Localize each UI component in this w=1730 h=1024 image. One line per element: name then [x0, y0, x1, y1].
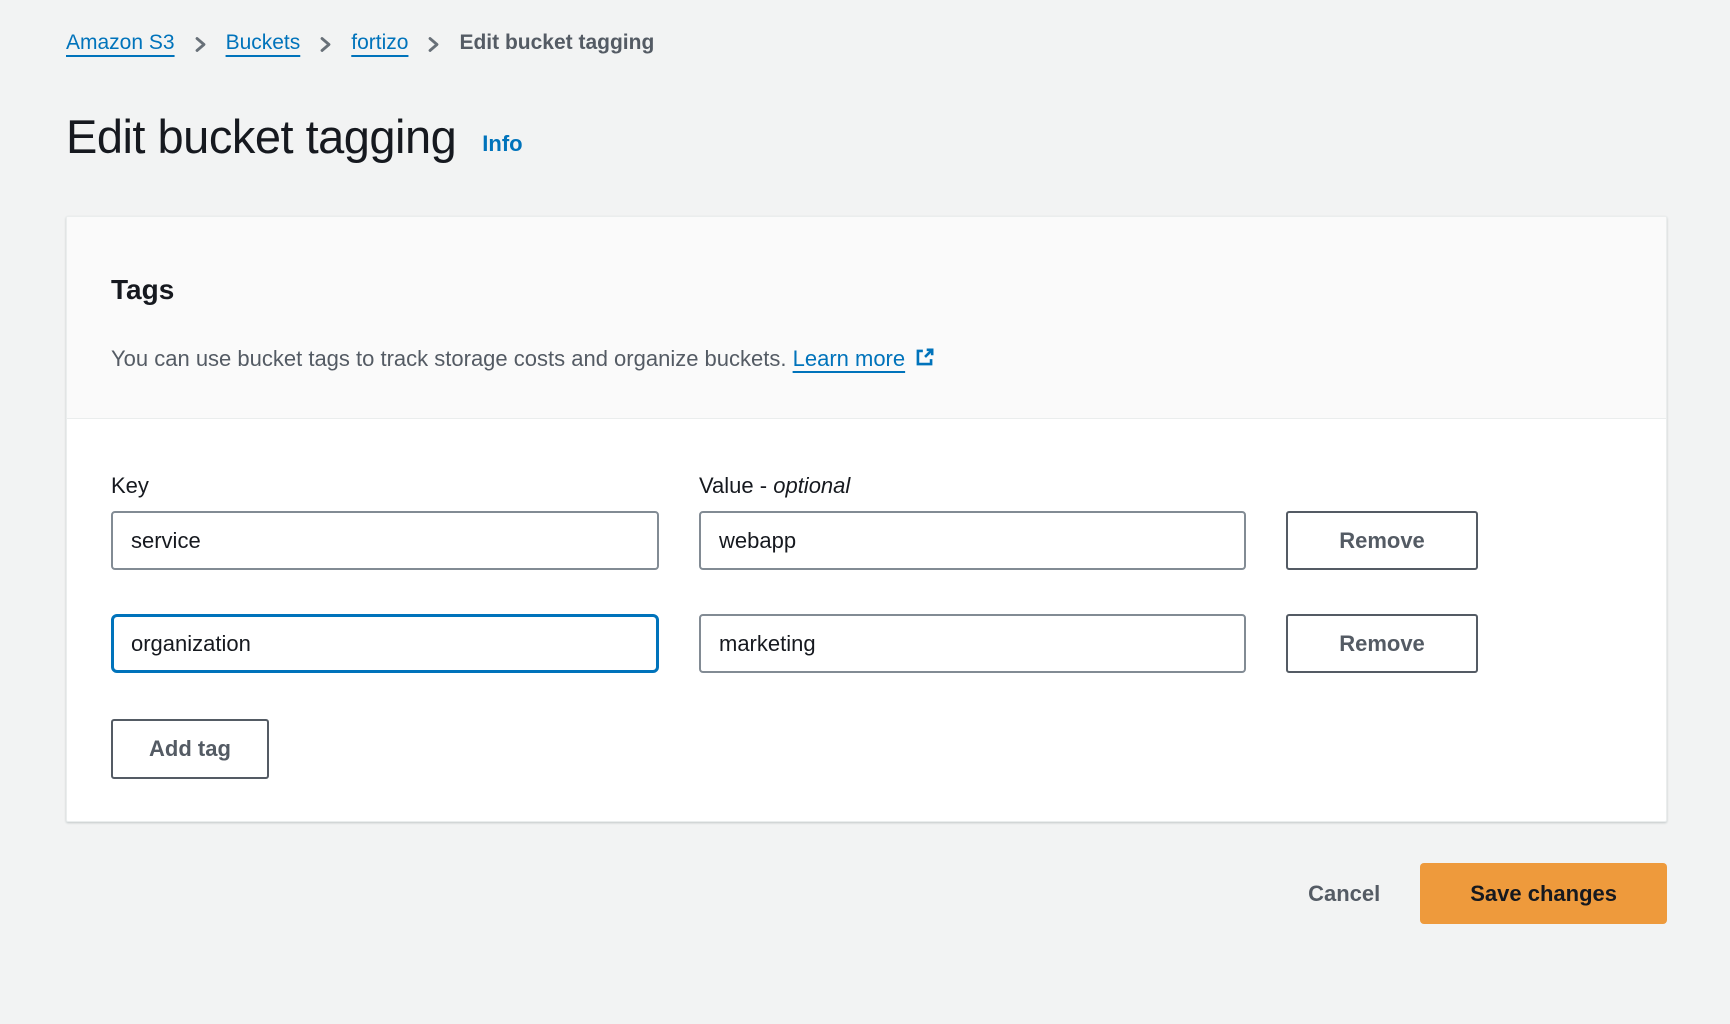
chevron-right-icon [193, 36, 208, 53]
tags-card: Tags You can use bucket tags to track st… [66, 216, 1667, 822]
breadcrumb-link-fortizo[interactable]: fortizo [351, 30, 408, 56]
breadcrumb: Amazon S3 Buckets fortizo Edit bucket ta… [66, 30, 1667, 56]
tag-key-input-2[interactable] [111, 614, 659, 673]
form-labels-row: Key Value - optional [111, 473, 1622, 499]
chevron-right-icon [426, 36, 441, 53]
value-optional-text: optional [773, 473, 850, 498]
key-label: Key [111, 473, 659, 499]
remove-tag-button-2[interactable]: Remove [1286, 614, 1478, 673]
value-label-text: Value [699, 473, 754, 498]
footer-actions: Cancel Save changes [66, 863, 1667, 924]
value-optional-separator: - [760, 473, 767, 498]
save-changes-button[interactable]: Save changes [1420, 863, 1667, 924]
tag-value-input-2[interactable] [699, 614, 1246, 673]
tag-row: Remove [111, 614, 1622, 673]
page: Amazon S3 Buckets fortizo Edit bucket ta… [0, 0, 1730, 924]
info-link[interactable]: Info [482, 130, 522, 168]
tag-row: Remove [111, 511, 1622, 570]
tag-key-input-1[interactable] [111, 511, 659, 570]
breadcrumb-link-amazon-s3[interactable]: Amazon S3 [66, 30, 175, 56]
tag-value-input-1[interactable] [699, 511, 1246, 570]
remove-tag-button-1[interactable]: Remove [1286, 511, 1478, 570]
breadcrumb-link-buckets[interactable]: Buckets [226, 30, 301, 56]
page-header: Edit bucket tagging Info [66, 106, 1667, 168]
tags-card-header: Tags You can use bucket tags to track st… [67, 217, 1666, 419]
cancel-button[interactable]: Cancel [1282, 863, 1406, 924]
add-tag-button[interactable]: Add tag [111, 719, 269, 779]
value-label: Value - optional [699, 473, 1246, 499]
chevron-right-icon [318, 36, 333, 53]
tags-description: You can use bucket tags to track storage… [111, 345, 1622, 376]
breadcrumb-current: Edit bucket tagging [459, 30, 654, 56]
tags-heading: Tags [111, 273, 1622, 307]
learn-more-link[interactable]: Learn more [793, 346, 906, 371]
tags-form: Key Value - optional Remove Remove Add t… [67, 419, 1666, 821]
external-link-icon [913, 346, 936, 376]
page-title: Edit bucket tagging [66, 106, 456, 168]
tags-description-text: You can use bucket tags to track storage… [111, 346, 786, 371]
